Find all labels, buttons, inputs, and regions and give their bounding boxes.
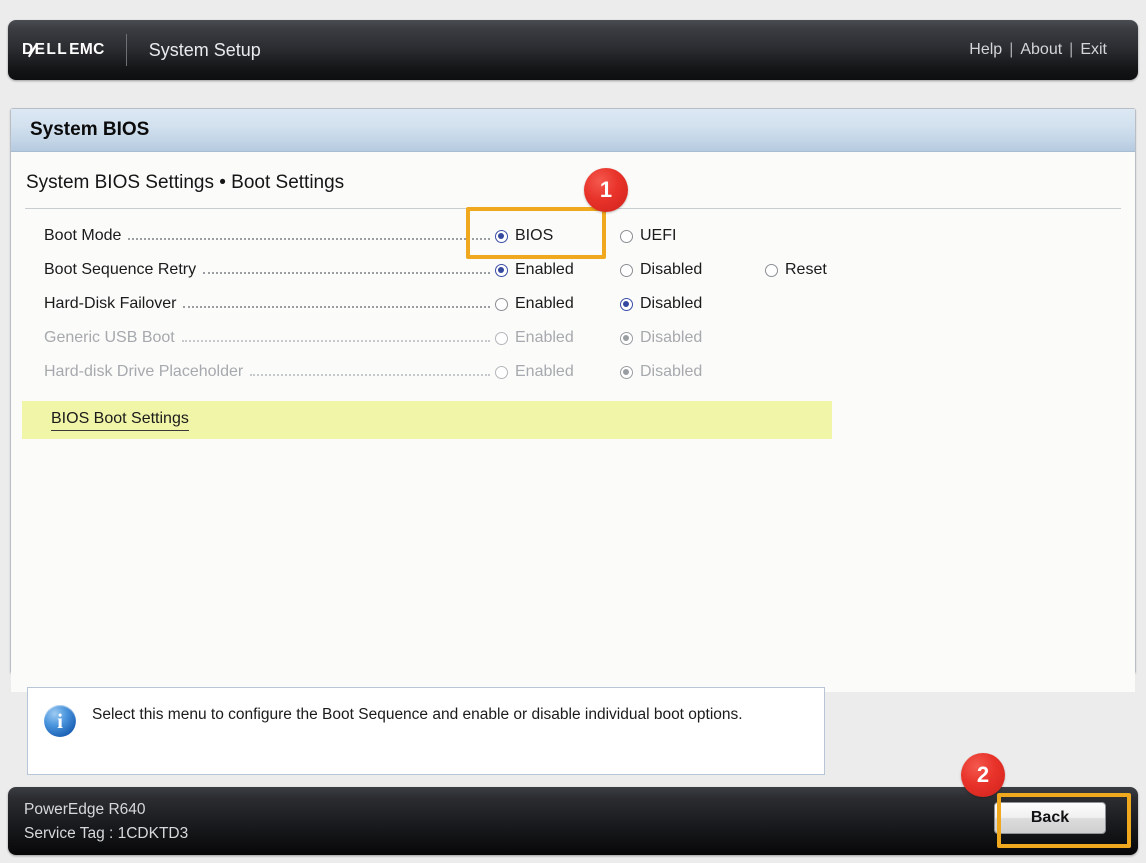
exit-link[interactable]: Exit <box>1073 41 1114 59</box>
leader-dots <box>183 296 490 312</box>
radio-selected-icon <box>620 331 633 345</box>
radio-option: Enabled <box>495 363 620 381</box>
radio-unselected-icon <box>495 365 508 379</box>
service-tag: Service Tag : 1CDKTD3 <box>24 825 189 842</box>
dell-wordmark: DELL <box>22 41 68 59</box>
setting-label: Boot Sequence Retry <box>44 261 197 278</box>
system-model: PowerEdge R640 <box>24 801 146 818</box>
setting-options: Enabled Disabled <box>495 329 1135 347</box>
setting-row[interactable]: Boot Sequence Retry Enabled Disabled Reset <box>11 253 1135 287</box>
settings-list: Boot Mode BIOS UEFI Boot Sequence Retry Enab… <box>11 219 1135 389</box>
system-identity: PowerEdge R640 Service Tag : 1CDKTD3 <box>24 798 188 846</box>
setting-row: Hard-disk Drive Placeholder Enabled Disabl… <box>11 355 1135 389</box>
radio-option-label: Enabled <box>515 363 574 380</box>
radio-option-label: Enabled <box>515 329 574 346</box>
radio-option-label: Disabled <box>640 261 703 278</box>
radio-option-label: Enabled <box>515 295 574 312</box>
radio-option[interactable]: Reset <box>765 261 885 279</box>
radio-option[interactable]: UEFI <box>620 227 765 245</box>
radio-option[interactable]: Enabled <box>495 295 620 313</box>
annotation-badge-1: 1 <box>584 168 628 212</box>
setting-label: Hard-Disk Failover <box>44 295 177 312</box>
breadcrumb: System BIOS Settings • Boot Settings <box>26 172 345 193</box>
radio-option-label: Disabled <box>640 329 703 346</box>
main-panel: System BIOS System BIOS Settings • Boot … <box>10 108 1136 692</box>
dell-emc-logo: DELL EMC <box>22 41 105 59</box>
radio-unselected-icon <box>495 331 508 345</box>
leader-dots <box>181 330 491 346</box>
annotation-badge-2: 2 <box>961 753 1005 797</box>
setting-options: BIOS UEFI <box>495 227 1135 245</box>
radio-option[interactable]: Enabled <box>495 261 620 279</box>
about-link[interactable]: About <box>1013 41 1069 59</box>
info-panel: Select this menu to configure the Boot S… <box>27 687 825 775</box>
radio-selected-icon[interactable] <box>495 263 508 277</box>
radio-option-label: Reset <box>785 261 827 278</box>
radio-unselected-icon[interactable] <box>495 297 508 311</box>
radio-option-label: UEFI <box>640 227 677 244</box>
panel-titlebar: System BIOS <box>11 109 1135 152</box>
radio-option: Disabled <box>620 329 765 347</box>
setting-label: Generic USB Boot <box>44 329 175 346</box>
header-divider <box>125 34 127 66</box>
emc-wordmark: EMC <box>69 41 105 58</box>
radio-selected-icon <box>620 365 633 379</box>
panel-body: System BIOS Settings • Boot Settings Boo… <box>11 172 1135 692</box>
radio-option[interactable]: Disabled <box>620 295 765 313</box>
header-links: Help | About | Exit <box>962 41 1114 59</box>
radio-option-label: BIOS <box>515 227 554 244</box>
radio-option-label: Disabled <box>640 363 703 380</box>
leader-dots <box>250 364 490 380</box>
bios-boot-settings-row[interactable]: BIOS Boot Settings <box>22 401 832 439</box>
setting-options: Enabled Disabled <box>495 295 1135 313</box>
radio-option[interactable]: BIOS <box>495 227 620 245</box>
setting-options: Enabled Disabled Reset <box>495 261 1135 279</box>
setting-row[interactable]: Hard-Disk Failover Enabled Disabled <box>11 287 1135 321</box>
setting-row: Generic USB Boot Enabled Disabled <box>11 321 1135 355</box>
help-link[interactable]: Help <box>962 41 1009 59</box>
setting-options: Enabled Disabled <box>495 363 1135 381</box>
section-divider <box>25 208 1121 209</box>
radio-option-label: Enabled <box>515 261 574 278</box>
leader-dots <box>128 228 490 244</box>
radio-option: Enabled <box>495 329 620 347</box>
header-title: System Setup <box>148 39 261 60</box>
top-header-bar: DELL EMC System Setup Help | About | Exi… <box>8 20 1138 80</box>
radio-option: Disabled <box>620 363 765 381</box>
system-setup-screen: DELL EMC System Setup Help | About | Exi… <box>0 0 1146 863</box>
radio-selected-icon[interactable] <box>495 229 508 243</box>
radio-unselected-icon[interactable] <box>765 263 778 277</box>
leader-dots <box>203 262 490 278</box>
radio-unselected-icon[interactable] <box>620 263 633 277</box>
radio-unselected-icon[interactable] <box>620 229 633 243</box>
setting-row[interactable]: Boot Mode BIOS UEFI <box>11 219 1135 253</box>
page-title: System BIOS <box>30 119 150 140</box>
footer-bar: PowerEdge R640 Service Tag : 1CDKTD3 Bac… <box>8 787 1138 855</box>
radio-selected-icon[interactable] <box>620 297 633 311</box>
info-icon <box>44 705 76 737</box>
setting-label: Boot Mode <box>44 227 122 244</box>
setting-label: Hard-disk Drive Placeholder <box>44 363 244 380</box>
radio-option[interactable]: Disabled <box>620 261 765 279</box>
bios-boot-settings-link[interactable]: BIOS Boot Settings <box>51 410 189 431</box>
back-button[interactable]: Back <box>994 802 1106 834</box>
info-text: Select this menu to configure the Boot S… <box>92 706 743 723</box>
radio-option-label: Disabled <box>640 295 703 312</box>
